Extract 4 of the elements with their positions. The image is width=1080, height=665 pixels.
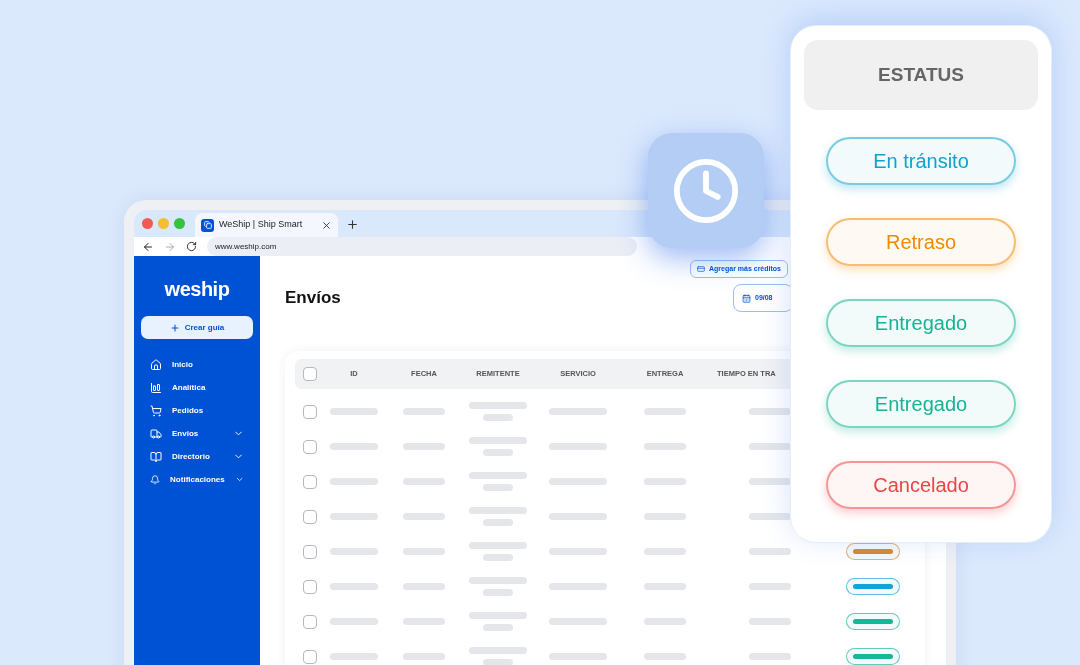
tab-title: WeShip | Ship Smart [219, 218, 304, 232]
status-title: ESTATUS [878, 62, 964, 87]
page-title: Envíos [285, 287, 341, 310]
logo: weship [164, 277, 230, 302]
